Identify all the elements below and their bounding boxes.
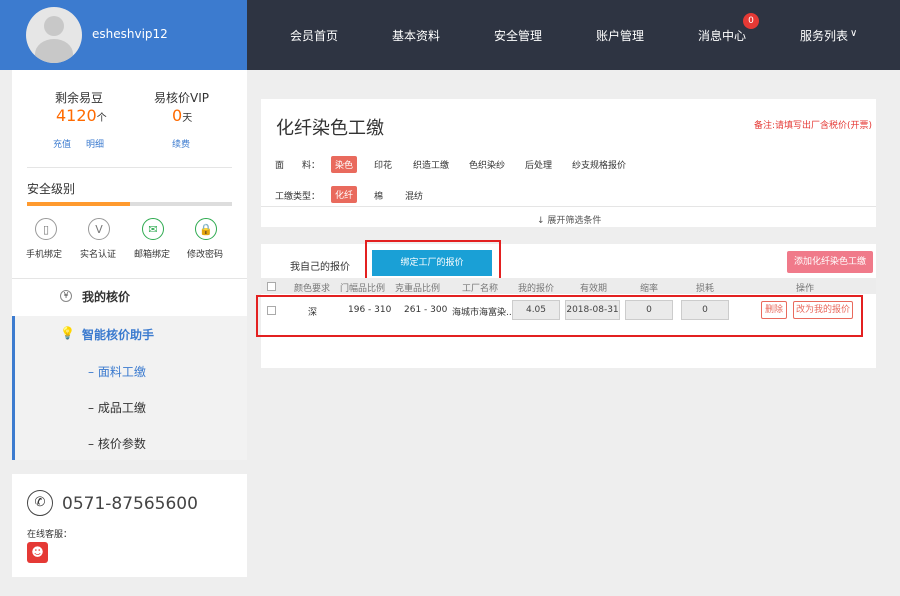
beans-count: 4120个 bbox=[56, 106, 107, 125]
recharge-link[interactable]: 充值 bbox=[53, 137, 71, 150]
th-shrink: 缩率 bbox=[640, 284, 659, 294]
add-quote-button[interactable]: 添加化纤染色工缴 bbox=[787, 251, 873, 273]
sidebar-item-assistant[interactable]: 智能核价助手 bbox=[82, 326, 154, 343]
th-weight: 克重品比例 bbox=[395, 284, 441, 294]
notice-text: 备注:请填写出厂含税价(开票) bbox=[754, 121, 873, 131]
sidebar-item-my-price[interactable]: 我的核价 bbox=[82, 288, 130, 305]
beans-label: 剩余易豆 bbox=[55, 91, 104, 105]
th-color: 颜色要求 bbox=[294, 284, 331, 294]
phone-bind-label[interactable]: 手机绑定 bbox=[26, 247, 62, 260]
phone-icon: ✆ bbox=[27, 490, 53, 516]
divider bbox=[12, 278, 247, 279]
tag-yarn-dyeing[interactable]: 色织染纱 bbox=[469, 158, 505, 171]
lock-icon[interactable]: 🔒 bbox=[195, 218, 217, 240]
yen-icon: ¥ bbox=[60, 290, 72, 302]
tag-printing[interactable]: 印花 bbox=[374, 158, 392, 171]
message-count-badge: 0 bbox=[743, 13, 759, 29]
tag-post-processing[interactable]: 后处理 bbox=[525, 158, 552, 171]
tag-cotton[interactable]: 棉 bbox=[374, 189, 383, 202]
th-expiry: 有效期 bbox=[580, 284, 608, 294]
vip-label: 易核价VIP bbox=[154, 91, 209, 105]
nav-basic-info[interactable]: 基本资料 bbox=[392, 27, 440, 44]
chevron-down-icon[interactable]: ∨ bbox=[850, 28, 857, 39]
th-actions: 操作 bbox=[796, 284, 815, 294]
highlight-box-tab bbox=[365, 240, 501, 281]
real-name-label[interactable]: 实名认证 bbox=[80, 247, 116, 260]
bulb-icon: 💡 bbox=[60, 326, 75, 340]
nav-account[interactable]: 账户管理 bbox=[596, 27, 644, 44]
avatar[interactable] bbox=[26, 7, 82, 63]
email-bind-label[interactable]: 邮箱绑定 bbox=[134, 247, 170, 260]
phone-icon[interactable]: ▯ bbox=[35, 218, 57, 240]
sidebar-sub-params[interactable]: – 核价参数 bbox=[88, 435, 146, 452]
tag-yarn-spec[interactable]: 纱支规格报价 bbox=[572, 158, 626, 171]
nav-security[interactable]: 安全管理 bbox=[494, 27, 542, 44]
page-title: 化纤染色工缴 bbox=[276, 118, 384, 139]
tag-chemical-fiber[interactable]: 化纤 bbox=[331, 186, 358, 203]
username: esheshvip12 bbox=[92, 27, 168, 41]
nav-services[interactable]: 服务列表 bbox=[800, 27, 848, 44]
hotline-number: 0571-87565600 bbox=[62, 494, 198, 514]
select-all-checkbox[interactable] bbox=[267, 282, 276, 291]
tag-blend[interactable]: 混纺 bbox=[405, 189, 423, 202]
vip-days: 0天 bbox=[172, 106, 193, 125]
mail-icon[interactable]: ✉ bbox=[142, 218, 164, 240]
detail-link[interactable]: 明细 bbox=[86, 137, 104, 150]
nav-messages[interactable]: 消息中心 bbox=[698, 27, 746, 44]
expand-filters-link[interactable]: ↓ 展开筛选条件 bbox=[537, 213, 601, 226]
tag-dyeing[interactable]: 染色 bbox=[331, 156, 358, 173]
online-service-label: 在线客服： bbox=[27, 530, 73, 540]
verify-icon[interactable]: V bbox=[88, 218, 110, 240]
sidebar-sub-product[interactable]: – 成品工缴 bbox=[88, 399, 146, 416]
security-level-bar bbox=[27, 202, 232, 206]
highlight-box-row bbox=[256, 295, 863, 337]
th-width: 门幅品比例 bbox=[340, 284, 386, 294]
qq-icon[interactable]: ☻ bbox=[27, 542, 48, 563]
th-factory: 工厂名称 bbox=[462, 284, 499, 294]
tag-weaving[interactable]: 织造工缴 bbox=[413, 158, 449, 171]
th-loss: 损耗 bbox=[696, 284, 715, 294]
nav-member-home[interactable]: 会员首页 bbox=[290, 27, 338, 44]
renew-link[interactable]: 续费 bbox=[172, 137, 190, 150]
sidebar-sub-fabric[interactable]: – 面料工缴 bbox=[88, 363, 146, 380]
change-password-label[interactable]: 修改密码 bbox=[187, 247, 223, 260]
divider bbox=[27, 167, 232, 168]
divider bbox=[261, 206, 876, 207]
tab-my-quotes[interactable]: 我自己的报价 bbox=[290, 258, 350, 273]
th-my-price: 我的报价 bbox=[518, 284, 555, 294]
security-level-label: 安全级别 bbox=[27, 182, 76, 196]
fabric-filter-label: 面 料： bbox=[275, 161, 321, 171]
type-filter-label: 工缴类型： bbox=[275, 192, 321, 202]
